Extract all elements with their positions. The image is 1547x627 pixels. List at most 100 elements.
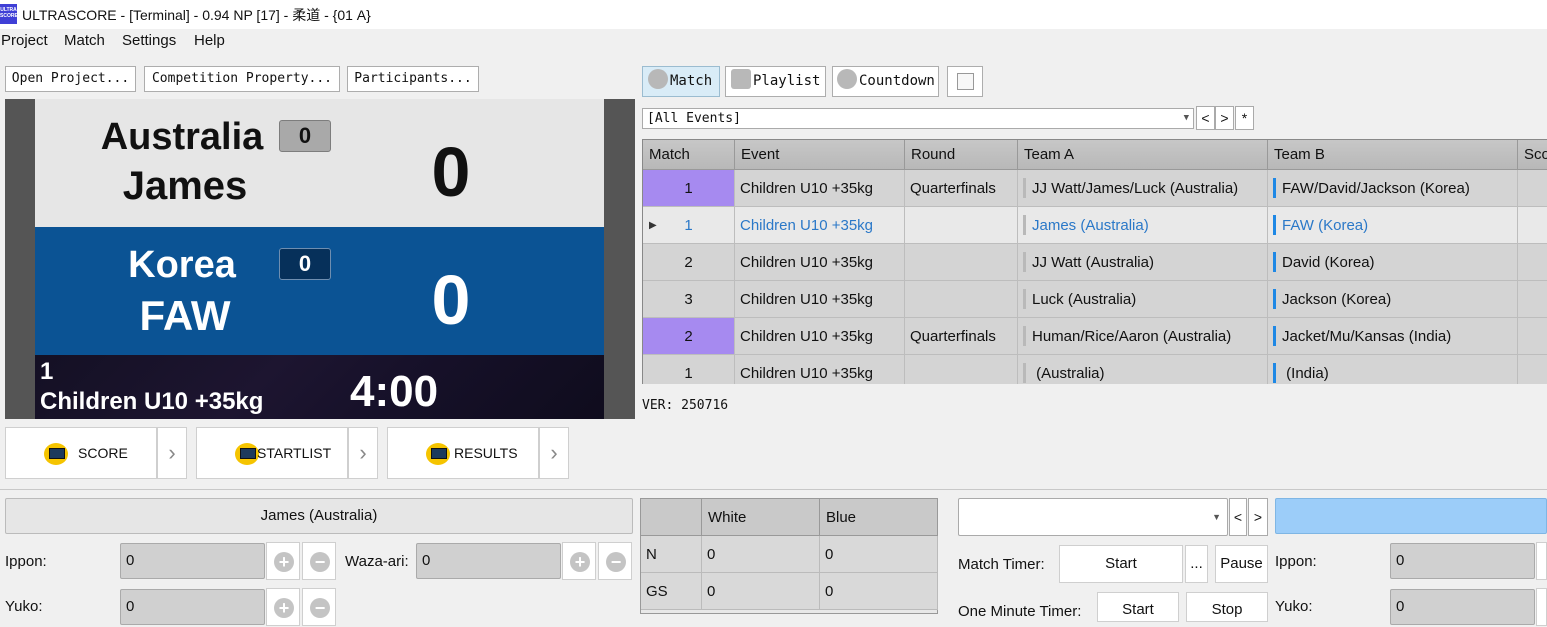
grid-cell-team-b[interactable]: Jacket/Mu/Kansas (India) xyxy=(1268,318,1518,355)
grid-cell-score[interactable] xyxy=(1518,207,1547,244)
grid-header-team-b[interactable]: Team B xyxy=(1268,140,1518,170)
team-a-color-bar xyxy=(1023,215,1026,236)
grid-cell-round[interactable] xyxy=(905,207,1018,244)
participants-button[interactable]: Participants... xyxy=(347,66,479,92)
grid-header-match[interactable]: Match xyxy=(643,140,735,170)
grid-cell-round[interactable] xyxy=(905,281,1018,318)
grid-cell-team-a[interactable]: Luck (Australia) xyxy=(1018,281,1268,318)
white-yuko-plus-button[interactable]: + xyxy=(266,588,300,626)
match-tab-button[interactable]: Match xyxy=(642,66,720,97)
grid-cell-team-b[interactable]: (India) xyxy=(1268,355,1518,384)
event-next-button[interactable]: > xyxy=(1215,106,1234,130)
grid-cell-team-b[interactable]: Jackson (Korea) xyxy=(1268,281,1518,318)
white-waza-ari-minus-button[interactable]: − xyxy=(598,542,632,580)
grid-cell-round[interactable]: Quarterfinals xyxy=(905,170,1018,207)
team-b-color-bar xyxy=(1273,326,1276,347)
menu-help[interactable]: Help xyxy=(194,32,225,49)
event-all-button[interactable]: * xyxy=(1235,106,1254,130)
countdown-tab-label: Countdown xyxy=(859,73,935,89)
team-b-color-bar xyxy=(1273,252,1276,273)
grid-cell-event[interactable]: Children U10 +35kg xyxy=(735,244,905,281)
white-yuko-minus-button[interactable]: − xyxy=(302,588,336,626)
grid-cell-score[interactable] xyxy=(1518,170,1547,207)
match-timer-more-button[interactable]: ... xyxy=(1185,545,1208,583)
grid-header-event[interactable]: Event xyxy=(735,140,905,170)
blue-yuko-plus-button[interactable] xyxy=(1536,588,1547,626)
white-waza-ari-field[interactable]: 0 xyxy=(416,543,561,579)
grid-cell-match[interactable]: 1 xyxy=(643,170,735,207)
startlist-output-arrow[interactable]: › xyxy=(348,427,378,479)
blue-ippon-field[interactable]: 0 xyxy=(1390,543,1535,579)
score-output-button[interactable]: SCORE xyxy=(5,427,157,479)
white-ippon-minus-button[interactable]: − xyxy=(302,542,336,580)
menu-settings[interactable]: Settings xyxy=(122,32,176,49)
grid-cell-round[interactable] xyxy=(905,244,1018,281)
grid-cell-team-b[interactable]: FAW (Korea) xyxy=(1268,207,1518,244)
grid-cell-team-a[interactable]: JJ Watt (Australia) xyxy=(1018,244,1268,281)
grid-cell-event[interactable]: Children U10 +35kg xyxy=(735,355,905,384)
document-button[interactable] xyxy=(947,66,983,97)
grid-header-round[interactable]: Round xyxy=(905,140,1018,170)
countdown-tab-button[interactable]: Countdown xyxy=(832,66,939,97)
grid-header-team-a[interactable]: Team A xyxy=(1018,140,1268,170)
white-yuko-field[interactable]: 0 xyxy=(120,589,265,625)
penalty-white-cell[interactable]: 0 xyxy=(702,536,820,573)
grid-cell-round[interactable]: Quarterfinals xyxy=(905,318,1018,355)
one-minute-stop-button[interactable]: Stop xyxy=(1186,592,1268,622)
penalty-row-label: GS xyxy=(641,573,702,610)
timer-next-button[interactable]: > xyxy=(1248,498,1268,536)
event-prev-button[interactable]: < xyxy=(1196,106,1215,130)
team-b-text: FAW (Korea) xyxy=(1282,217,1369,234)
grid-cell-match[interactable]: ▶ 1 xyxy=(643,207,735,244)
grid-cell-team-a[interactable]: (Australia) xyxy=(1018,355,1268,384)
grid-cell-team-a[interactable]: James (Australia) xyxy=(1018,207,1268,244)
penalty-white-cell[interactable]: 0 xyxy=(702,573,820,610)
grid-cell-event[interactable]: Children U10 +35kg xyxy=(735,170,905,207)
grid-cell-team-a[interactable]: JJ Watt/James/Luck (Australia) xyxy=(1018,170,1268,207)
results-output-button[interactable]: RESULTS xyxy=(387,427,539,479)
grid-cell-score[interactable] xyxy=(1518,355,1547,384)
penalty-blue-cell[interactable]: 0 xyxy=(820,573,938,610)
event-filter-select[interactable]: [All Events] ▼ xyxy=(642,108,1194,129)
penalty-blue-cell[interactable]: 0 xyxy=(820,536,938,573)
grid-cell-team-b[interactable]: FAW/David/Jackson (Korea) xyxy=(1268,170,1518,207)
competition-property-button[interactable]: Competition Property... xyxy=(144,66,340,92)
grid-cell-event[interactable]: Children U10 +35kg xyxy=(735,207,905,244)
grid-cell-score[interactable] xyxy=(1518,244,1547,281)
grid-cell-team-b[interactable]: David (Korea) xyxy=(1268,244,1518,281)
grid-cell-team-a[interactable]: Human/Rice/Aaron (Australia) xyxy=(1018,318,1268,355)
blue-ippon-plus-button[interactable] xyxy=(1536,542,1547,580)
open-project-button[interactable]: Open Project... xyxy=(5,66,136,92)
match-timer-pause-button[interactable]: Pause xyxy=(1215,545,1268,583)
team-b-text: FAW/David/Jackson (Korea) xyxy=(1282,180,1470,197)
match-timer-start-button[interactable]: Start xyxy=(1059,545,1183,583)
playlist-tab-button[interactable]: Playlist xyxy=(725,66,826,97)
menu-project[interactable]: Project xyxy=(1,32,48,49)
scoreboard-clock: 4:00 xyxy=(350,367,439,416)
results-output-arrow[interactable]: › xyxy=(539,427,569,479)
grid-cell-match[interactable]: 3 xyxy=(643,281,735,318)
blue-yuko-field[interactable]: 0 xyxy=(1390,589,1535,625)
penalty-table: White Blue N 0 0 GS 0 0 xyxy=(640,498,938,614)
timer-prev-button[interactable]: < xyxy=(1229,498,1247,536)
grid-cell-score[interactable] xyxy=(1518,318,1547,355)
team-b-text: (India) xyxy=(1282,365,1329,382)
grid-cell-score[interactable] xyxy=(1518,281,1547,318)
score-output-arrow[interactable]: › xyxy=(157,427,187,479)
grid-cell-match[interactable]: 2 xyxy=(643,244,735,281)
grid-cell-event[interactable]: Children U10 +35kg xyxy=(735,281,905,318)
one-minute-start-button[interactable]: Start xyxy=(1097,592,1179,622)
grid-cell-match[interactable]: 2 xyxy=(643,318,735,355)
grid-cell-match[interactable]: 1 xyxy=(643,355,735,384)
grid-cell-round[interactable] xyxy=(905,355,1018,384)
blue-score: 0 xyxy=(431,261,471,339)
grid-cell-event[interactable]: Children U10 +35kg xyxy=(735,318,905,355)
results-output-label: RESULTS xyxy=(454,445,518,461)
menu-match[interactable]: Match xyxy=(64,32,105,49)
white-ippon-plus-button[interactable]: + xyxy=(266,542,300,580)
white-ippon-field[interactable]: 0 xyxy=(120,543,265,579)
white-waza-ari-plus-button[interactable]: + xyxy=(562,542,596,580)
grid-header-score[interactable]: Sco xyxy=(1518,140,1547,170)
timer-preset-select[interactable]: ▼ xyxy=(958,498,1228,536)
startlist-output-button[interactable]: STARTLIST xyxy=(196,427,348,479)
